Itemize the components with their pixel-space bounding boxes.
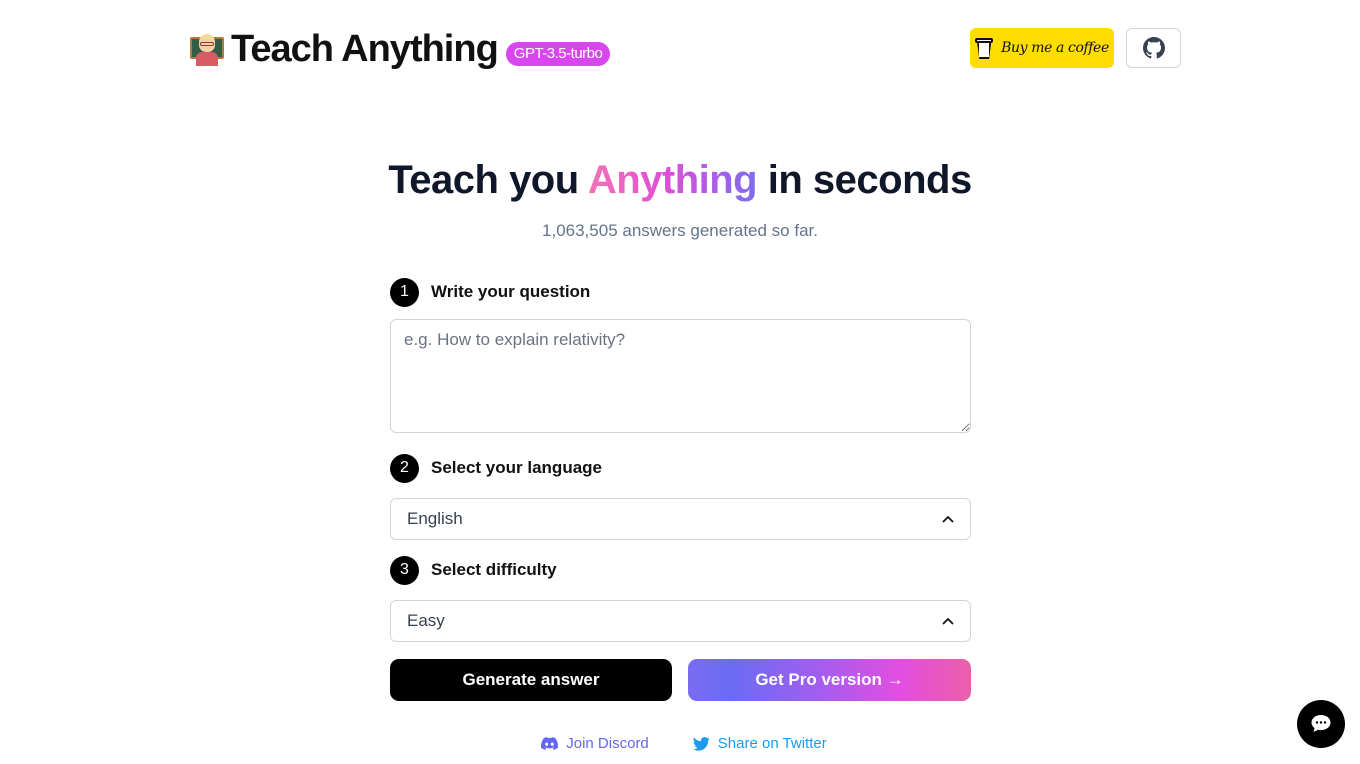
step-language: 2 Select your language <box>390 453 971 483</box>
twitter-label: Share on Twitter <box>717 735 827 752</box>
discord-icon <box>541 737 559 750</box>
twitter-icon <box>692 736 710 751</box>
hero-title-accent: Anything <box>587 158 758 202</box>
github-icon <box>1142 37 1165 59</box>
buy-me-a-coffee-button[interactable]: Buy me a coffee <box>970 28 1114 68</box>
step-label: Select difficulty <box>431 560 557 579</box>
question-input[interactable] <box>390 319 971 433</box>
answers-counter: 1,063,505 answers generated so far. <box>542 221 818 240</box>
social-links: Join Discord Share on Twitter <box>0 735 1360 752</box>
generate-answer-button[interactable]: Generate answer <box>390 659 672 701</box>
chevron-up-icon <box>942 615 954 627</box>
share-twitter-link[interactable]: Share on Twitter <box>692 735 827 752</box>
coffee-label: Buy me a coffee <box>1001 40 1109 56</box>
step-number-badge: 1 <box>390 277 419 307</box>
question-form: 1 Write your question 2 Select your lang… <box>390 277 971 642</box>
step-label: Write your question <box>431 282 591 301</box>
step-number-badge: 2 <box>390 453 419 483</box>
language-selected-value: English <box>407 509 463 528</box>
model-badge: GPT-3.5-turbo <box>505 42 611 66</box>
step-label: Select your language <box>431 458 602 477</box>
github-button[interactable] <box>1126 28 1181 68</box>
chat-bubble-icon <box>1311 715 1331 732</box>
chat-widget-button[interactable] <box>1297 700 1345 748</box>
discord-label: Join Discord <box>566 735 649 752</box>
get-pro-version-button[interactable]: Get Pro version → <box>688 659 971 701</box>
language-select[interactable]: English <box>390 498 971 540</box>
teacher-emoji-icon <box>189 31 225 67</box>
difficulty-select[interactable]: Easy <box>390 600 971 642</box>
step-difficulty: 3 Select difficulty <box>390 555 971 585</box>
brand[interactable]: Teach Anything GPT-3.5-turbo <box>189 28 611 70</box>
header: Teach Anything GPT-3.5-turbo Buy me a co… <box>0 0 1360 96</box>
step-question: 1 Write your question <box>390 277 971 307</box>
action-buttons: Generate answer Get Pro version → <box>390 659 971 701</box>
difficulty-selected-value: Easy <box>407 611 445 630</box>
chevron-up-icon <box>942 513 954 525</box>
coffee-cup-icon <box>975 36 994 60</box>
hero-title-before: Teach you <box>388 158 588 202</box>
hero-title-after: in seconds <box>757 158 972 202</box>
brand-title: Teach Anything <box>231 28 499 70</box>
join-discord-link[interactable]: Join Discord <box>541 735 649 752</box>
step-number-badge: 3 <box>390 555 419 585</box>
hero-title: Teach you Anything in seconds <box>0 156 1360 204</box>
